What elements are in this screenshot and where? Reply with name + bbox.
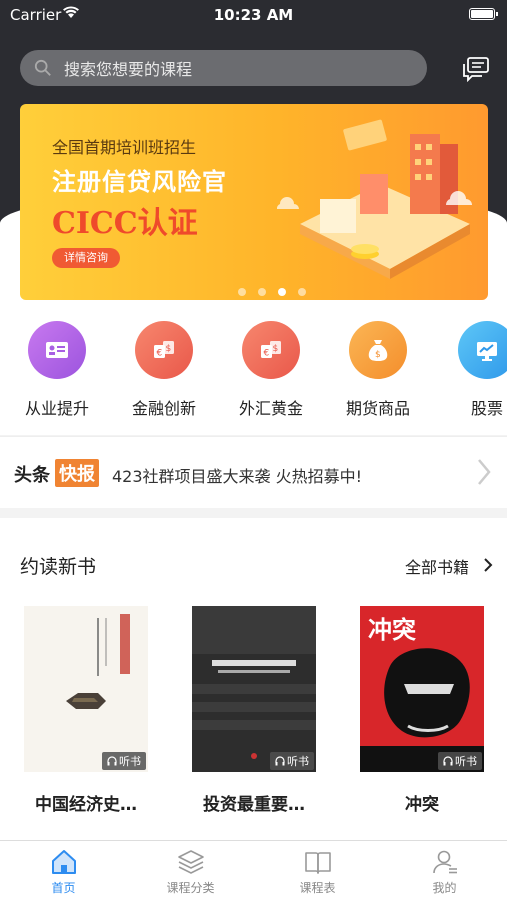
flash-tag: 快报 (55, 459, 99, 487)
headphones-icon (443, 756, 453, 766)
audio-badge-label: 听书 (455, 755, 477, 768)
book-cover[interactable]: 听书 (24, 606, 148, 772)
clock: 10:23 AM (213, 6, 294, 24)
home-icon (51, 850, 76, 874)
book-cover[interactable]: 冲突 听书 (360, 606, 484, 772)
tab-label: 课程分类 (166, 881, 215, 895)
audio-badge-label: 听书 (119, 755, 141, 768)
category-item-innovation[interactable]: € $ 金融创新 (114, 321, 214, 419)
banner-line3: CICC认证 (52, 206, 198, 241)
currency-exchange-icon: € $ (242, 321, 300, 379)
headphones-icon (107, 756, 117, 766)
banner-line2: 注册信贷风险官 (52, 168, 227, 196)
headline-ticker[interactable]: 头条 快报 423社群项目盛大来袭 火热招募中! (0, 436, 507, 508)
category-item-futures[interactable]: $ 期货商品 (328, 321, 428, 419)
category-item-career[interactable]: 从业提升 (7, 321, 107, 419)
search-placeholder: 搜索您想要的课程 (64, 60, 193, 79)
layers-icon (177, 850, 204, 874)
banner-illustration (276, 119, 472, 279)
tab-schedule[interactable]: 课程表 (254, 847, 381, 896)
svg-text:€: € (157, 349, 163, 359)
pager-dot[interactable] (238, 288, 246, 296)
book-title: 投资最重要… (203, 795, 305, 815)
tab-label: 课程表 (299, 881, 336, 895)
tab-label: 我的 (432, 881, 457, 895)
book-title: 冲突 (405, 795, 439, 815)
category-item-stock[interactable]: 股票 (437, 321, 507, 419)
chevron-right-icon[interactable] (476, 457, 492, 487)
new-books-section: 约读新书 全部书籍 听书 中国经济史… 听书 投资最重要… 冲突 听书 冲突 (0, 518, 507, 840)
book-card[interactable]: 听书 中国经济史… (24, 606, 148, 815)
headphones-icon (275, 756, 285, 766)
promo-banner[interactable]: 全国首期培训班招生 注册信贷风险官 CICC认证 详情咨询 (20, 104, 488, 300)
audio-badge: 听书 (102, 752, 146, 770)
headline-text[interactable]: 423社群项目盛大来袭 火热招募中! (112, 463, 362, 487)
pager-dot-active[interactable] (278, 288, 286, 296)
money-bag-icon: $ (349, 321, 407, 379)
headline-tag: 头条 (14, 465, 50, 486)
status-bar: Carrier 10:23 AM (0, 0, 507, 30)
audio-badge: 听书 (438, 752, 482, 770)
search-icon (34, 59, 51, 76)
audio-badge-label: 听书 (287, 755, 309, 768)
tab-bar: 首页 课程分类 课程表 我的 (0, 840, 507, 900)
book-cover-art (66, 614, 130, 709)
svg-text:冲突: 冲突 (368, 616, 416, 644)
svg-text:$: $ (273, 344, 279, 354)
banner-detail-button[interactable]: 详情咨询 (52, 248, 120, 268)
profile-icon (432, 850, 457, 874)
book-icon (304, 852, 331, 874)
banner-line1: 全国首期培训班招生 (52, 138, 197, 157)
audio-badge: 听书 (270, 752, 314, 770)
book-cover[interactable]: 听书 (192, 606, 316, 772)
category-label: 股票 (470, 399, 503, 418)
tab-home[interactable]: 首页 (0, 847, 127, 896)
pager-dot[interactable] (258, 288, 266, 296)
currency-exchange-icon: € $ (135, 321, 193, 379)
section-title: 约读新书 (20, 556, 97, 578)
message-icon[interactable] (462, 56, 490, 82)
svg-text:$: $ (166, 344, 172, 354)
tab-categories[interactable]: 课程分类 (127, 847, 254, 896)
pager-dot[interactable] (298, 288, 306, 296)
book-cover-art (192, 606, 316, 759)
banner-pager[interactable] (20, 288, 488, 296)
category-label: 从业提升 (24, 399, 89, 418)
category-row: 从业提升 € $ 金融创新 € $ 外汇黄金 $ 期货商品 股票 (0, 305, 507, 435)
book-card[interactable]: 冲突 听书 冲突 (360, 606, 484, 815)
stock-chart-icon (458, 321, 507, 379)
category-label: 期货商品 (345, 399, 410, 418)
category-label: 金融创新 (131, 399, 196, 418)
book-cover-art: 冲突 (360, 616, 484, 772)
all-books-link[interactable]: 全部书籍 (405, 554, 469, 578)
category-item-forex-gold[interactable]: € $ 外汇黄金 (221, 321, 321, 419)
svg-text:€: € (264, 349, 270, 359)
book-title: 中国经济史… (35, 795, 137, 815)
search-input[interactable]: 搜索您想要的课程 (20, 50, 427, 86)
tab-label: 首页 (51, 881, 76, 895)
svg-text:$: $ (375, 350, 381, 360)
chevron-right-icon[interactable] (483, 558, 493, 572)
category-label: 外汇黄金 (238, 399, 303, 418)
id-card-icon (28, 321, 86, 379)
tab-profile[interactable]: 我的 (381, 847, 507, 896)
book-card[interactable]: 听书 投资最重要… (192, 606, 316, 815)
battery-icon (469, 8, 498, 20)
